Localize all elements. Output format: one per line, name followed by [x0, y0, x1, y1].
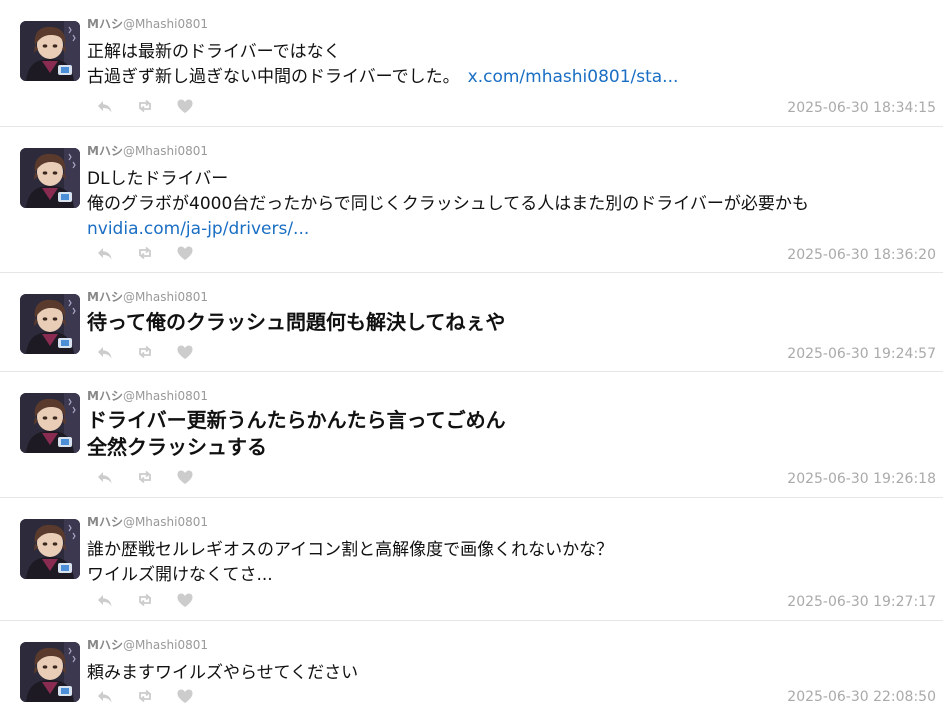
retweet-icon[interactable] [136, 687, 154, 705]
avatar[interactable] [20, 393, 80, 453]
avatar[interactable] [20, 519, 80, 579]
avatar[interactable] [20, 294, 80, 354]
tweet-header: Mハシ@Mhashi0801 [87, 637, 208, 653]
like-icon[interactable] [176, 97, 194, 115]
tweet-actions [96, 468, 194, 486]
like-icon[interactable] [176, 244, 194, 262]
tweet-text-line: 誰か歴戦セルレギオスのアイコン割と高解像度で画像くれないかな？ [87, 540, 614, 560]
tweet-actions [96, 343, 194, 361]
tweet-text-line: nvidia.com/ja-jp/drivers/... [87, 217, 927, 242]
display-name[interactable]: Mハシ [87, 144, 123, 158]
tweet-text-line: ワイルズ開けなくてさ... [87, 565, 273, 585]
tweet-item: Mハシ@Mhashi0801 待って俺のクラッシュ問題何も解決してねぇや 202… [0, 273, 943, 372]
display-name[interactable]: Mハシ [87, 389, 123, 403]
reply-icon[interactable] [96, 468, 114, 486]
tweet-link[interactable]: nvidia.com/ja-jp/drivers/... [87, 219, 309, 239]
reply-icon[interactable] [96, 343, 114, 361]
like-icon[interactable] [176, 591, 194, 609]
reply-icon[interactable] [96, 591, 114, 609]
tweet-text-line: DLしたドライバー [87, 169, 229, 189]
tweet-header: Mハシ@Mhashi0801 [87, 16, 208, 32]
timestamp[interactable]: 2025-06-30 19:27:17 [787, 593, 936, 611]
display-name[interactable]: Mハシ [87, 17, 123, 31]
reply-icon[interactable] [96, 687, 114, 705]
user-handle[interactable]: @Mhashi0801 [123, 290, 208, 304]
tweet-feed: Mハシ@Mhashi0801 正解は最新のドライバーではなく 古過ぎず新し過ぎな… [0, 0, 943, 717]
retweet-icon[interactable] [136, 244, 154, 262]
tweet-text-segment: 古過ぎず新し過ぎない中間のドライバーでした。 [87, 67, 460, 87]
like-icon[interactable] [176, 468, 194, 486]
avatar[interactable] [20, 21, 80, 81]
tweet-actions [96, 244, 194, 262]
user-handle[interactable]: @Mhashi0801 [123, 144, 208, 158]
reply-icon[interactable] [96, 244, 114, 262]
retweet-icon[interactable] [136, 468, 154, 486]
tweet-item: Mハシ@Mhashi0801 正解は最新のドライバーではなく 古過ぎず新し過ぎな… [0, 0, 943, 127]
tweet-text: 正解は最新のドライバーではなく 古過ぎず新し過ぎない中間のドライバーでした。 x.… [87, 40, 927, 90]
tweet-text: 待って俺のクラッシュ問題何も解決してねぇや [87, 309, 927, 336]
user-handle[interactable]: @Mhashi0801 [123, 17, 208, 31]
tweet-item: Mハシ@Mhashi0801 ドライバー更新うんたらかんたら言ってごめん 全然ク… [0, 372, 943, 498]
display-name[interactable]: Mハシ [87, 638, 123, 652]
tweet-text-line: 俺のグラボが4000台だったからで同じくクラッシュしてる人はまた別のドライバーが… [87, 194, 809, 214]
tweet-text: ドライバー更新うんたらかんたら言ってごめん 全然クラッシュする [87, 407, 927, 461]
avatar[interactable] [20, 148, 80, 208]
timestamp[interactable]: 2025-06-30 19:26:18 [787, 470, 936, 488]
tweet-text: 誰か歴戦セルレギオスのアイコン割と高解像度で画像くれないかな？ ワイルズ開けなく… [87, 538, 927, 588]
tweet-text: 頼みますワイルズやらせてください [87, 661, 927, 686]
tweet-text-line: 全然クラッシュする [87, 435, 267, 459]
tweet-header: Mハシ@Mhashi0801 [87, 143, 208, 159]
tweet-header: Mハシ@Mhashi0801 [87, 388, 208, 404]
tweet-item: Mハシ@Mhashi0801 頼みますワイルズやらせてください 2025-06-… [0, 621, 943, 717]
tweet-header: Mハシ@Mhashi0801 [87, 514, 208, 530]
timestamp[interactable]: 2025-06-30 18:36:20 [787, 246, 936, 264]
like-icon[interactable] [176, 687, 194, 705]
tweet-text-line: 古過ぎず新し過ぎない中間のドライバーでした。 x.com/mhashi0801/s… [87, 65, 927, 90]
tweet-text-line: 待って俺のクラッシュ問題何も解決してねぇや [87, 310, 506, 334]
user-handle[interactable]: @Mhashi0801 [123, 638, 208, 652]
tweet-actions [96, 97, 194, 115]
reply-icon[interactable] [96, 97, 114, 115]
timestamp[interactable]: 2025-06-30 19:24:57 [787, 345, 936, 363]
tweet-text-line: ドライバー更新うんたらかんたら言ってごめん [87, 408, 506, 432]
like-icon[interactable] [176, 343, 194, 361]
avatar[interactable] [20, 642, 80, 702]
user-handle[interactable]: @Mhashi0801 [123, 515, 208, 529]
retweet-icon[interactable] [136, 97, 154, 115]
tweet-link[interactable]: x.com/mhashi0801/sta... [468, 67, 679, 87]
retweet-icon[interactable] [136, 591, 154, 609]
tweet-text-line: 正解は最新のドライバーではなく [87, 42, 341, 62]
retweet-icon[interactable] [136, 343, 154, 361]
display-name[interactable]: Mハシ [87, 290, 123, 304]
timestamp[interactable]: 2025-06-30 18:34:15 [787, 99, 936, 117]
tweet-actions [96, 687, 194, 705]
timestamp[interactable]: 2025-06-30 22:08:50 [787, 688, 936, 706]
tweet-text-line: 頼みますワイルズやらせてください [87, 663, 359, 683]
tweet-actions [96, 591, 194, 609]
tweet-text: DLしたドライバー 俺のグラボが4000台だったからで同じくクラッシュしてる人は… [87, 167, 927, 242]
tweet-item: Mハシ@Mhashi0801 誰か歴戦セルレギオスのアイコン割と高解像度で画像く… [0, 498, 943, 621]
display-name[interactable]: Mハシ [87, 515, 123, 529]
user-handle[interactable]: @Mhashi0801 [123, 389, 208, 403]
tweet-header: Mハシ@Mhashi0801 [87, 289, 208, 305]
tweet-item: Mハシ@Mhashi0801 DLしたドライバー 俺のグラボが4000台だったか… [0, 127, 943, 273]
